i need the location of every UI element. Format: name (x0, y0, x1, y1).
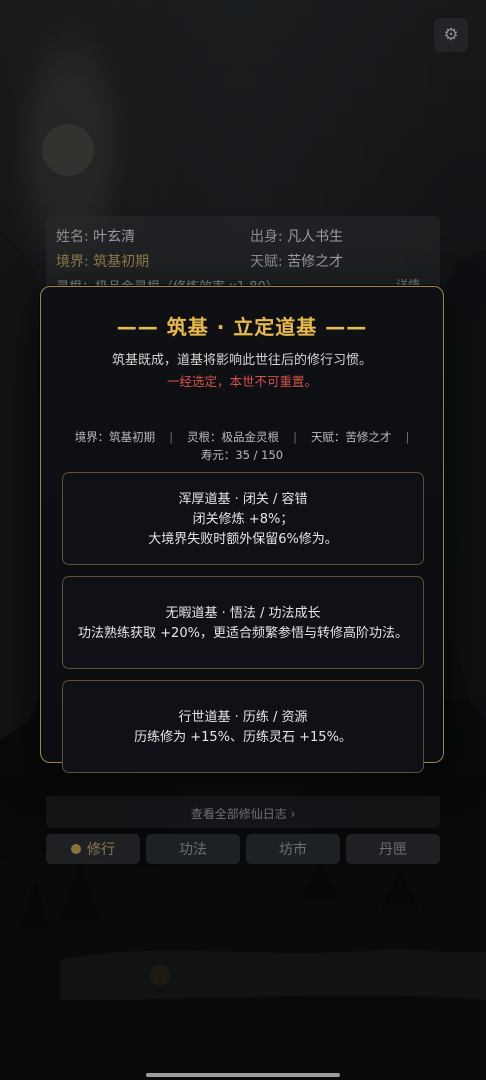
realm-row: 境界: 筑基初期 (56, 251, 149, 271)
settings-button[interactable]: ⚙ (434, 18, 468, 52)
nav-tab-pill-box[interactable]: 丹匣 (346, 834, 440, 864)
info-realm: 境界：筑基初期 (74, 430, 156, 444)
dialog-warning: 一经选定，本世不可重置。 (166, 374, 317, 389)
option-effect: 功法熟练获取 +20%，更适合频繁参悟与转修高阶功法。 (78, 626, 408, 641)
option-flawless-foundation[interactable]: 无暇道基 · 悟法 / 功法成长 功法熟练获取 +20%，更适合频繁参悟与转修高… (62, 576, 424, 669)
info-talent: 天赋：苦修之才 (310, 430, 392, 444)
option-effect: 大境界失败时额外保留6%修为。 (148, 532, 338, 547)
origin-value: 凡人书生 (287, 229, 344, 245)
character-info-line: 境界：筑基初期 | 灵根：极品金灵根 | 天赋：苦修之才 | (41, 429, 443, 445)
dialog-title: —— 筑基 · 立定道基 —— (116, 315, 368, 339)
info-spirit-root: 灵根：极品金灵根 (187, 430, 280, 444)
name-value: 叶玄清 (93, 229, 136, 245)
option-worldly-foundation[interactable]: 行世道基 · 历练 / 资源 历练修为 +15%、历练灵石 +15%。 (62, 680, 424, 773)
separator: | (169, 430, 174, 444)
gear-icon: ⚙ (443, 25, 459, 45)
option-title: 无暇道基 · 悟法 / 功法成长 (165, 606, 321, 621)
separator: | (405, 430, 410, 444)
view-all-log-link[interactable]: 查看全部修仙日志 › (0, 805, 486, 822)
option-title: 浑厚道基 · 闭关 / 容错 (178, 492, 308, 507)
name-label: 姓名: (56, 229, 89, 245)
option-solid-foundation[interactable]: 浑厚道基 · 闭关 / 容错 闭关修炼 +8%； 大境界失败时额外保留6%修为。 (62, 472, 424, 565)
talent-row: 天赋: 苦修之才 (250, 251, 343, 271)
name-row: 姓名: 叶玄清 (56, 226, 135, 246)
home-indicator[interactable] (146, 1073, 340, 1077)
origin-label: 出身: (250, 229, 283, 245)
nav-tab-cultivate[interactable]: 修行 (46, 834, 140, 864)
option-title: 行世道基 · 历练 / 资源 (178, 710, 308, 725)
origin-row: 出身: 凡人书生 (250, 226, 343, 246)
info-lifespan: 寿元：35 / 150 (200, 448, 284, 462)
foundation-choice-dialog: —— 筑基 · 立定道基 —— 筑基既成，道基将影响此世往后的修行习惯。 一经选… (40, 286, 444, 773)
nav-tab-label: 丹匣 (379, 842, 407, 858)
dialog-description: 筑基既成，道基将影响此世往后的修行习惯。 (111, 353, 372, 368)
separator: | (293, 430, 297, 444)
nav-tab-techniques[interactable]: 功法 (146, 834, 240, 864)
option-effect: 闭关修炼 +8%； (192, 512, 294, 527)
active-dot-icon (71, 844, 81, 854)
nav-tab-label: 修行 (87, 842, 115, 858)
realm-label: 境界: (56, 254, 89, 270)
realm-value: 筑基初期 (93, 254, 150, 270)
nav-tab-label: 功法 (179, 842, 207, 858)
nav-tab-label: 坊市 (279, 842, 307, 858)
talent-value: 苦修之才 (287, 254, 344, 270)
nav-tab-market[interactable]: 坊市 (246, 834, 340, 864)
option-effect: 历练修为 +15%、历练灵石 +15%。 (134, 730, 352, 745)
talent-label: 天赋: (250, 254, 283, 270)
bottom-nav: 修行 功法 坊市 丹匣 (46, 834, 440, 864)
